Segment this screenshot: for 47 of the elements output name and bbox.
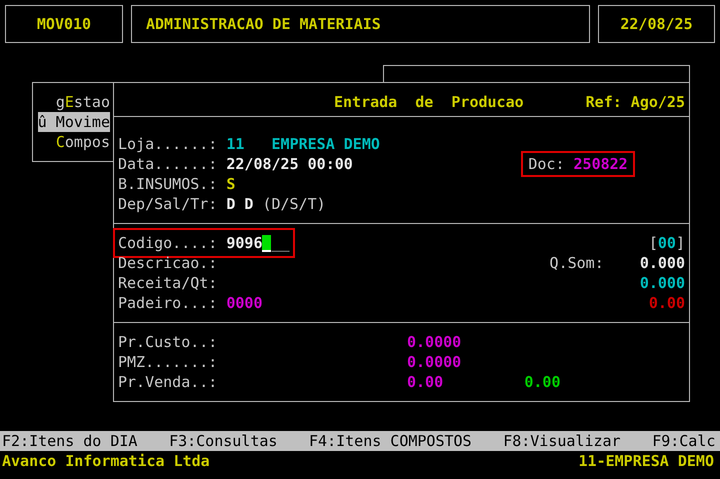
field-label: B.INSUMOS.: — [118, 174, 218, 194]
field-label: Pr.Custo..: — [118, 333, 218, 351]
counter: [00] — [648, 233, 685, 253]
field-value: 0.000 — [638, 273, 685, 293]
field-label: Q.Som: — [550, 253, 604, 273]
form-title: Entrada de Producao — [334, 92, 524, 112]
menu-item[interactable]: gEstao — [56, 92, 110, 112]
field-value: 250822 — [574, 154, 628, 174]
function-key[interactable]: F3:Consultas — [169, 431, 278, 451]
field-value: D D — [226, 194, 254, 214]
field-label: Data......: — [118, 154, 218, 174]
function-key[interactable]: F2:Itens do DIA — [2, 431, 138, 451]
field-label: Padeiro...: — [118, 293, 218, 313]
field-hint: (D/S/T) — [262, 194, 326, 214]
field-value: 11 EMPRESA DEMO — [226, 134, 380, 154]
menu-item[interactable]: Compos — [56, 132, 110, 152]
field-value: 0000 — [226, 293, 262, 313]
price-value: 0.0000 — [406, 353, 462, 371]
branch-name: 11-EMPRESA DEMO — [578, 451, 714, 471]
field-value: S — [226, 174, 236, 194]
menu-item[interactable]: û Movime — [38, 112, 110, 132]
input-mask: __ — [271, 233, 290, 253]
field-label: Descricao.: — [118, 253, 218, 273]
function-key[interactable]: F8:Visualizar — [503, 431, 621, 451]
field-label: Codigo....: — [118, 233, 218, 253]
field-label: Loja......: — [118, 134, 218, 154]
field-label: Doc: — [528, 154, 564, 174]
company-name: Avanco Informatica Ltda — [2, 451, 210, 471]
function-key[interactable]: F4:Itens COMPOSTOS — [309, 431, 472, 451]
field-label: PMZ.......: — [118, 353, 218, 371]
price-value: 0.00 — [406, 373, 444, 391]
price-value: 0.00 — [524, 373, 560, 391]
function-key[interactable]: F9:Calc — [652, 431, 716, 451]
highlighted-field[interactable]: Codigo....: 9096 __ — [118, 233, 290, 253]
text-cursor — [262, 234, 272, 252]
system-title: ADMINISTRACAO DE MATERIAIS — [131, 5, 590, 43]
program-code: MOV010 — [5, 5, 123, 43]
field-label: Pr.Venda..: — [118, 373, 218, 391]
field-value: 22/08/25 00:00 — [226, 154, 353, 174]
field-value: 0.00 — [648, 293, 685, 313]
field-label: Dep/Sal/Tr: — [118, 194, 218, 214]
price-value: 0.0000 — [406, 333, 462, 351]
field-value: 9096 — [226, 233, 262, 253]
reference-period: Ref: Ago/25 — [586, 92, 685, 112]
field-value: 0.000 — [638, 253, 685, 273]
header-date: 22/08/25 — [598, 5, 715, 43]
field-label: Receita/Qt: — [118, 273, 218, 293]
